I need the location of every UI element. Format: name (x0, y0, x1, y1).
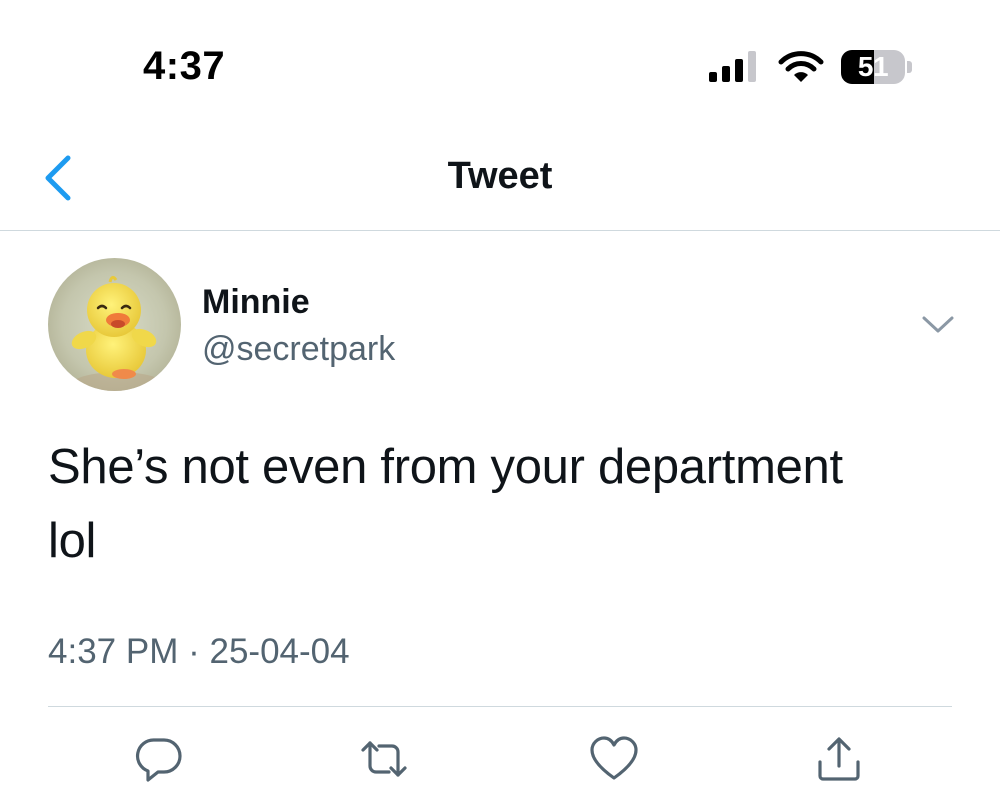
divider (48, 706, 952, 707)
reply-button[interactable] (132, 732, 186, 786)
cellular-signal-icon (709, 51, 756, 82)
tweet-time: 4:37 PM (48, 632, 179, 671)
battery-cap (907, 61, 912, 73)
tweet-text: She’s not even from your department lol (48, 430, 948, 578)
battery-indicator: 51 (841, 50, 913, 84)
status-time: 4:37 (143, 44, 226, 88)
retweet-button[interactable] (357, 732, 411, 786)
tweet-text-line: She’s not even from your department (48, 440, 843, 494)
battery-body: 51 (841, 50, 905, 84)
meta-separator: · (188, 632, 200, 671)
battery-level: 51 (857, 51, 889, 82)
page-title: Tweet (447, 155, 553, 197)
more-options-button[interactable] (918, 312, 958, 338)
share-icon (818, 737, 860, 781)
display-name[interactable]: Minnie (202, 283, 310, 322)
tweet-date: 25-04-04 (209, 632, 350, 671)
share-button[interactable] (812, 732, 866, 786)
user-handle[interactable]: @secretpark (202, 330, 395, 369)
tweet-text-line: lol (48, 514, 97, 568)
navigation-bar: Tweet (0, 130, 1000, 231)
comment-icon (135, 738, 182, 782)
chevron-down-icon (922, 316, 954, 333)
tweet-timestamp: 4:37 PM · 25-04-04 (48, 632, 350, 672)
duckling-avatar-image (48, 258, 181, 391)
wifi-icon (778, 51, 824, 82)
like-button[interactable] (587, 732, 641, 786)
status-bar: 4:37 51 (0, 0, 1000, 130)
retweet-icon (361, 741, 407, 777)
avatar[interactable] (48, 258, 181, 391)
heart-icon (590, 736, 638, 780)
